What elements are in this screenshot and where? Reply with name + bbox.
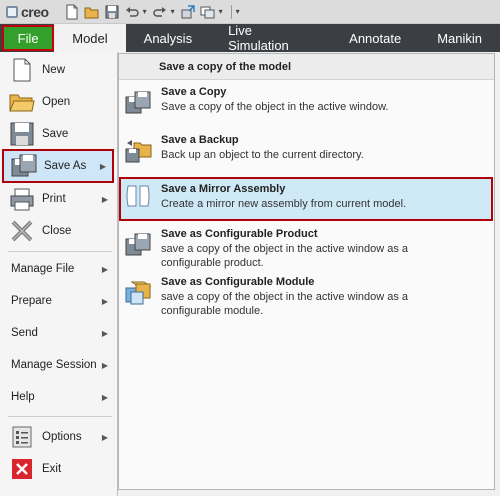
tab-model[interactable]: Model — [54, 24, 126, 52]
tab-manikin[interactable]: Manikin — [419, 24, 500, 52]
menu-item-label: Close — [42, 225, 72, 237]
submenu-item-save-a-copy[interactable]: Save a Copy Save a copy of the object in… — [121, 86, 493, 130]
options-icon — [8, 423, 36, 451]
close-icon — [8, 217, 36, 245]
submenu-arrow-icon: ▶ — [101, 360, 108, 370]
submenu-item-save-as-configurable-product[interactable]: Save as Configurable Product save a copy… — [121, 228, 493, 276]
save-icon — [8, 120, 36, 148]
creo-logo-icon — [6, 5, 18, 18]
new-icon[interactable] — [63, 3, 81, 21]
submenu-item-desc: configurable module. — [161, 305, 264, 317]
menu-item-help[interactable]: Help ▶ — [2, 381, 114, 413]
save-as-submenu: Save a copy of the model Save a Copy Sav… — [118, 53, 495, 490]
exit-icon — [8, 455, 36, 483]
file-menu: New Open Save Save As ▶ Print ▶ Close Ma… — [0, 52, 118, 496]
menu-item-label: Save As — [44, 160, 87, 172]
submenu-item-title: Save a Backup — [161, 134, 239, 146]
submenu-item-title: Save as Configurable Module — [161, 276, 315, 288]
open-icon[interactable] — [83, 3, 101, 21]
regenerate-icon[interactable] — [179, 3, 197, 21]
submenu-arrow-icon: ▶ — [101, 432, 108, 442]
menu-item-exit[interactable]: Exit — [2, 453, 114, 485]
menu-item-label: Send — [11, 327, 38, 339]
submenu-item-title: Save as Configurable Product — [161, 228, 318, 240]
menu-item-label: Exit — [42, 463, 62, 475]
save-icon[interactable] — [103, 3, 121, 21]
menu-item-prepare[interactable]: Prepare ▶ — [2, 285, 114, 317]
submenu-item-save-a-backup[interactable]: Save a Backup Back up an object to the c… — [121, 134, 493, 178]
submenu-item-desc: Back up an object to the current directo… — [161, 149, 364, 161]
tab-analysis[interactable]: Analysis — [126, 24, 210, 52]
open-folder-icon — [8, 88, 36, 116]
submenu-arrow-icon: ▶ — [99, 161, 106, 171]
tab-file[interactable]: File — [2, 25, 55, 51]
save-copy-icon — [123, 88, 153, 118]
menu-item-label: Help — [11, 391, 35, 403]
menu-item-label: Manage File — [11, 263, 75, 275]
mirror-assembly-icon — [123, 181, 153, 211]
tab-annotate[interactable]: Annotate — [331, 24, 419, 52]
configurable-module-icon — [123, 278, 153, 308]
redo-icon[interactable] — [151, 3, 169, 21]
new-document-icon — [8, 56, 36, 84]
submenu-item-desc: save a copy of the object in the active … — [161, 291, 409, 303]
submenu-item-desc: Save a copy of the object in the active … — [161, 101, 389, 113]
menu-item-save[interactable]: Save — [2, 118, 114, 150]
tab-live-simulation[interactable]: Live Simulation — [210, 23, 331, 53]
submenu-item-save-a-mirror-assembly[interactable]: Save a Mirror Assembly Create a mirror n… — [119, 177, 493, 221]
submenu-arrow-icon: ▶ — [101, 296, 108, 306]
submenu-item-desc: configurable product. — [161, 257, 264, 269]
menu-item-new[interactable]: New — [2, 54, 114, 86]
menu-divider — [8, 416, 112, 417]
menu-item-save-as[interactable]: Save As ▶ — [2, 149, 114, 183]
menu-item-label: Open — [42, 96, 71, 108]
toolbar-divider — [230, 4, 232, 19]
submenu-header: Save a copy of the model — [119, 54, 494, 80]
redo-dropdown-icon[interactable]: ▾ — [171, 7, 175, 16]
menu-item-open[interactable]: Open — [2, 86, 114, 118]
configurable-product-icon — [123, 230, 153, 260]
menu-item-label: Prepare — [11, 295, 52, 307]
menu-item-label: Manage Session — [11, 359, 97, 371]
submenu-arrow-icon: ▶ — [101, 328, 108, 338]
menu-item-manage-file[interactable]: Manage File ▶ — [2, 253, 114, 285]
quick-access-toolbar: creo ▾ ▾ ▾ ▾ — [0, 0, 500, 24]
undo-dropdown-icon[interactable]: ▾ — [143, 7, 147, 16]
ribbon-tabs: File Model Analysis Live Simulation Anno… — [0, 23, 500, 53]
submenu-arrow-icon: ▶ — [101, 264, 108, 274]
menu-item-label: Options — [42, 431, 82, 443]
windows-icon[interactable] — [199, 3, 217, 21]
print-icon — [8, 185, 36, 213]
menu-divider — [8, 251, 112, 252]
creo-logo-text: creo — [21, 3, 49, 20]
menu-item-manage-session[interactable]: Manage Session ▶ — [2, 349, 114, 381]
more-icon[interactable]: ▾ — [236, 7, 240, 16]
submenu-arrow-icon: ▶ — [101, 392, 108, 402]
menu-item-label: Print — [42, 193, 66, 205]
menu-item-label: New — [42, 64, 66, 76]
menu-item-send[interactable]: Send ▶ — [2, 317, 114, 349]
submenu-item-title: Save a Copy — [161, 86, 227, 98]
save-as-icon — [10, 152, 38, 180]
submenu-item-save-as-configurable-module[interactable]: Save as Configurable Module save a copy … — [121, 276, 493, 324]
menu-item-label: Save — [42, 128, 69, 140]
submenu-arrow-icon: ▶ — [101, 194, 108, 204]
submenu-item-desc: save a copy of the object in the active … — [161, 243, 409, 255]
menu-item-close[interactable]: Close — [2, 215, 114, 247]
menu-item-print[interactable]: Print ▶ — [2, 183, 114, 215]
submenu-item-title: Save a Mirror Assembly — [161, 183, 286, 195]
menu-item-options[interactable]: Options ▶ — [2, 421, 114, 453]
submenu-item-desc: Create a mirror new assembly from curren… — [161, 198, 407, 210]
undo-icon[interactable] — [123, 3, 141, 21]
creo-logo: creo — [6, 4, 49, 20]
save-backup-icon — [123, 136, 153, 166]
windows-dropdown-icon[interactable]: ▾ — [219, 7, 223, 16]
